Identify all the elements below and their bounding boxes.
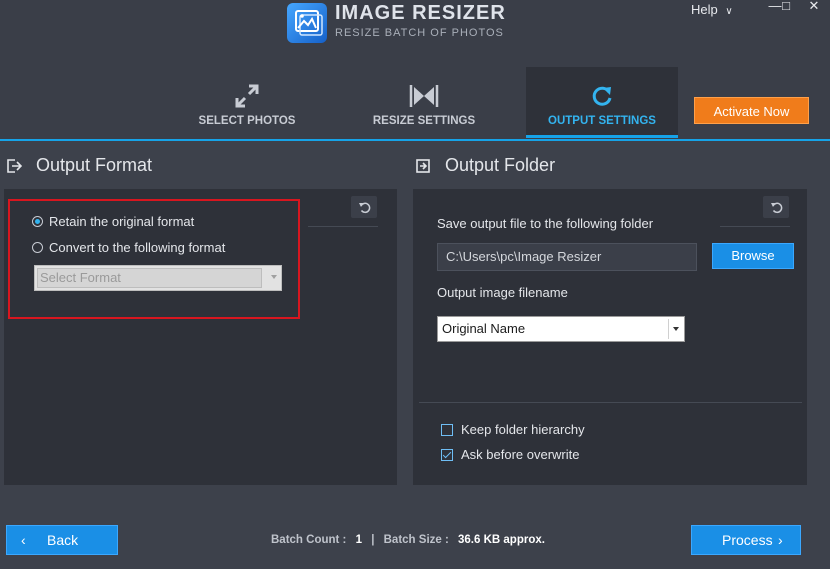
- expand-arrows-icon: [171, 83, 323, 109]
- radio-label: Convert to the following format: [49, 240, 226, 255]
- dropdown-button: [668, 319, 682, 339]
- chevron-left-icon: ‹: [21, 532, 26, 548]
- header-divider: [0, 139, 830, 141]
- tab-resize-settings[interactable]: RESIZE SETTINGS: [348, 67, 500, 138]
- tab-output-settings[interactable]: OUTPUT SETTINGS: [526, 67, 678, 138]
- undo-icon: [770, 202, 782, 213]
- close-button[interactable]: ✕: [805, 0, 823, 14]
- checkbox-box: [441, 448, 453, 461]
- batch-count-label: Batch Count :: [271, 534, 347, 546]
- output-format-heading: Output Format: [6, 155, 152, 176]
- filename-select[interactable]: Original Name: [437, 316, 685, 342]
- undo-icon: [358, 202, 370, 213]
- save-folder-label: Save output file to the following folder: [437, 216, 654, 231]
- maximize-button[interactable]: □: [777, 0, 795, 14]
- activate-now-button[interactable]: Activate Now: [694, 97, 809, 124]
- export-icon: [7, 158, 22, 173]
- output-folder-heading: Output Folder: [415, 155, 555, 176]
- tab-label: RESIZE SETTINGS: [372, 115, 476, 127]
- filename-label: Output image filename: [437, 285, 568, 300]
- checkbox-label: Ask before overwrite: [461, 447, 580, 462]
- keep-hierarchy-checkbox[interactable]: Keep folder hierarchy: [441, 422, 585, 437]
- dropdown-arrow-icon: [271, 275, 277, 279]
- radio-button: [32, 216, 43, 227]
- chevron-right-icon: ›: [778, 532, 783, 548]
- resize-bowtie-icon: [348, 83, 500, 109]
- process-label: Process: [722, 532, 773, 548]
- tab-label: SELECT PHOTOS: [198, 115, 296, 127]
- filename-select-value: Original Name: [442, 321, 526, 336]
- refresh-cycle-icon: [526, 83, 678, 109]
- section-title: Output Folder: [445, 155, 556, 175]
- back-label: Back: [47, 532, 79, 548]
- tab-label: OUTPUT SETTINGS: [548, 115, 656, 127]
- help-label: Help: [691, 2, 718, 17]
- radio-label: Retain the original format: [49, 214, 195, 229]
- app-header: IMAGE RESIZER RESIZE BATCH OF PHOTOS Hel…: [0, 0, 830, 139]
- batch-size-label: Batch Size :: [383, 534, 449, 546]
- folder-panel-divider: [419, 402, 802, 403]
- output-format-panel: [4, 189, 397, 485]
- folder-export-icon: [416, 158, 430, 173]
- checkbox-label: Keep folder hierarchy: [461, 422, 585, 437]
- batch-count-value: 1: [355, 534, 362, 546]
- format-select[interactable]: Select Format: [34, 265, 282, 291]
- back-button[interactable]: ‹ Back: [6, 525, 118, 555]
- checkbox-box: [441, 423, 453, 436]
- app-logo-icon: [287, 3, 327, 43]
- retain-format-radio[interactable]: Retain the original format: [32, 214, 194, 229]
- help-menu[interactable]: Help ∨: [691, 2, 733, 17]
- format-select-placeholder: Select Format: [37, 268, 262, 288]
- ask-overwrite-checkbox[interactable]: Ask before overwrite: [441, 447, 580, 462]
- radio-button: [32, 242, 43, 253]
- chevron-down-icon: ∨: [725, 6, 733, 17]
- reset-divider: [720, 226, 790, 227]
- app-title: IMAGE RESIZER: [335, 2, 506, 24]
- tab-select-photos[interactable]: SELECT PHOTOS: [171, 67, 323, 138]
- reset-divider: [308, 226, 378, 227]
- process-button[interactable]: Process ›: [691, 525, 801, 555]
- reset-folder-button[interactable]: [763, 196, 789, 218]
- batch-info: Batch Count : 1 | Batch Size : 36.6 KB a…: [271, 534, 545, 546]
- dropdown-arrow-icon: [673, 327, 679, 331]
- browse-button[interactable]: Browse: [712, 243, 794, 269]
- convert-format-radio[interactable]: Convert to the following format: [32, 240, 225, 255]
- batch-size-value: 36.6 KB approx.: [458, 534, 545, 546]
- app-subtitle: RESIZE BATCH OF PHOTOS: [335, 27, 504, 39]
- batch-separator: |: [371, 534, 375, 546]
- output-path-field[interactable]: C:\Users\pc\Image Resizer: [437, 243, 697, 271]
- reset-format-button[interactable]: [351, 196, 377, 218]
- section-title: Output Format: [36, 155, 153, 175]
